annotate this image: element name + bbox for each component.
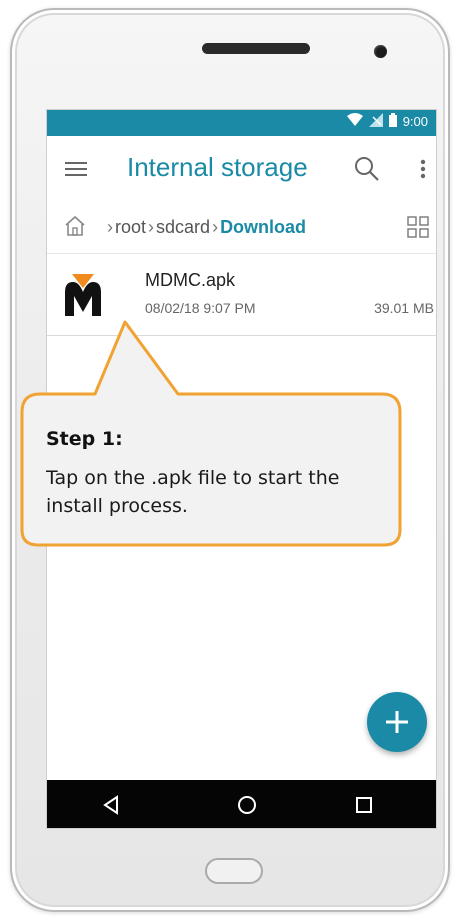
back-icon[interactable] (99, 793, 123, 817)
phone-frame: 9:00 Internal storage › root › sdcard › … (10, 8, 450, 912)
more-vert-icon[interactable] (417, 154, 429, 184)
home-folder-icon[interactable] (63, 214, 87, 238)
page-title: Internal storage (127, 152, 308, 182)
battery-icon (388, 113, 397, 130)
status-bar: 9:00 (47, 110, 436, 136)
front-camera (374, 45, 387, 58)
home-circle-icon[interactable] (235, 793, 259, 817)
physical-home-button[interactable] (205, 858, 263, 884)
breadcrumb: › root › sdcard › Download (47, 202, 436, 254)
file-name: MDMC.apk (145, 270, 236, 290)
status-time: 9:00 (402, 114, 428, 129)
breadcrumb-item-root[interactable]: root (115, 217, 146, 238)
breadcrumb-item-download[interactable]: Download (220, 217, 306, 238)
breadcrumb-path: › root › sdcard › Download (105, 217, 306, 238)
apk-logo-icon (63, 274, 103, 316)
signal-icon (368, 113, 383, 130)
breadcrumb-item-sdcard[interactable]: sdcard (156, 217, 210, 238)
wifi-icon (346, 113, 363, 130)
menu-icon[interactable] (65, 158, 87, 178)
callout-body: Tap on the .apk file to start the instal… (46, 467, 340, 516)
file-date: 08/02/18 9:07 PM (145, 300, 256, 316)
navigation-bar (47, 780, 436, 828)
search-icon[interactable] (352, 154, 382, 184)
add-icon (386, 711, 408, 733)
chevron-right-icon: › (107, 217, 113, 237)
chevron-right-icon: › (212, 217, 219, 237)
app-bar: Internal storage (47, 136, 436, 202)
chevron-right-icon: › (148, 217, 155, 237)
add-button[interactable] (367, 692, 427, 752)
file-size: 39.01 MB (374, 300, 434, 316)
recents-icon[interactable] (352, 793, 376, 817)
list-item[interactable]: MDMC.apk 08/02/18 9:07 PM 39.01 MB (47, 254, 436, 336)
callout-title: Step 1: (46, 428, 123, 450)
grid-view-icon[interactable] (407, 216, 429, 238)
earpiece-speaker (202, 43, 310, 54)
